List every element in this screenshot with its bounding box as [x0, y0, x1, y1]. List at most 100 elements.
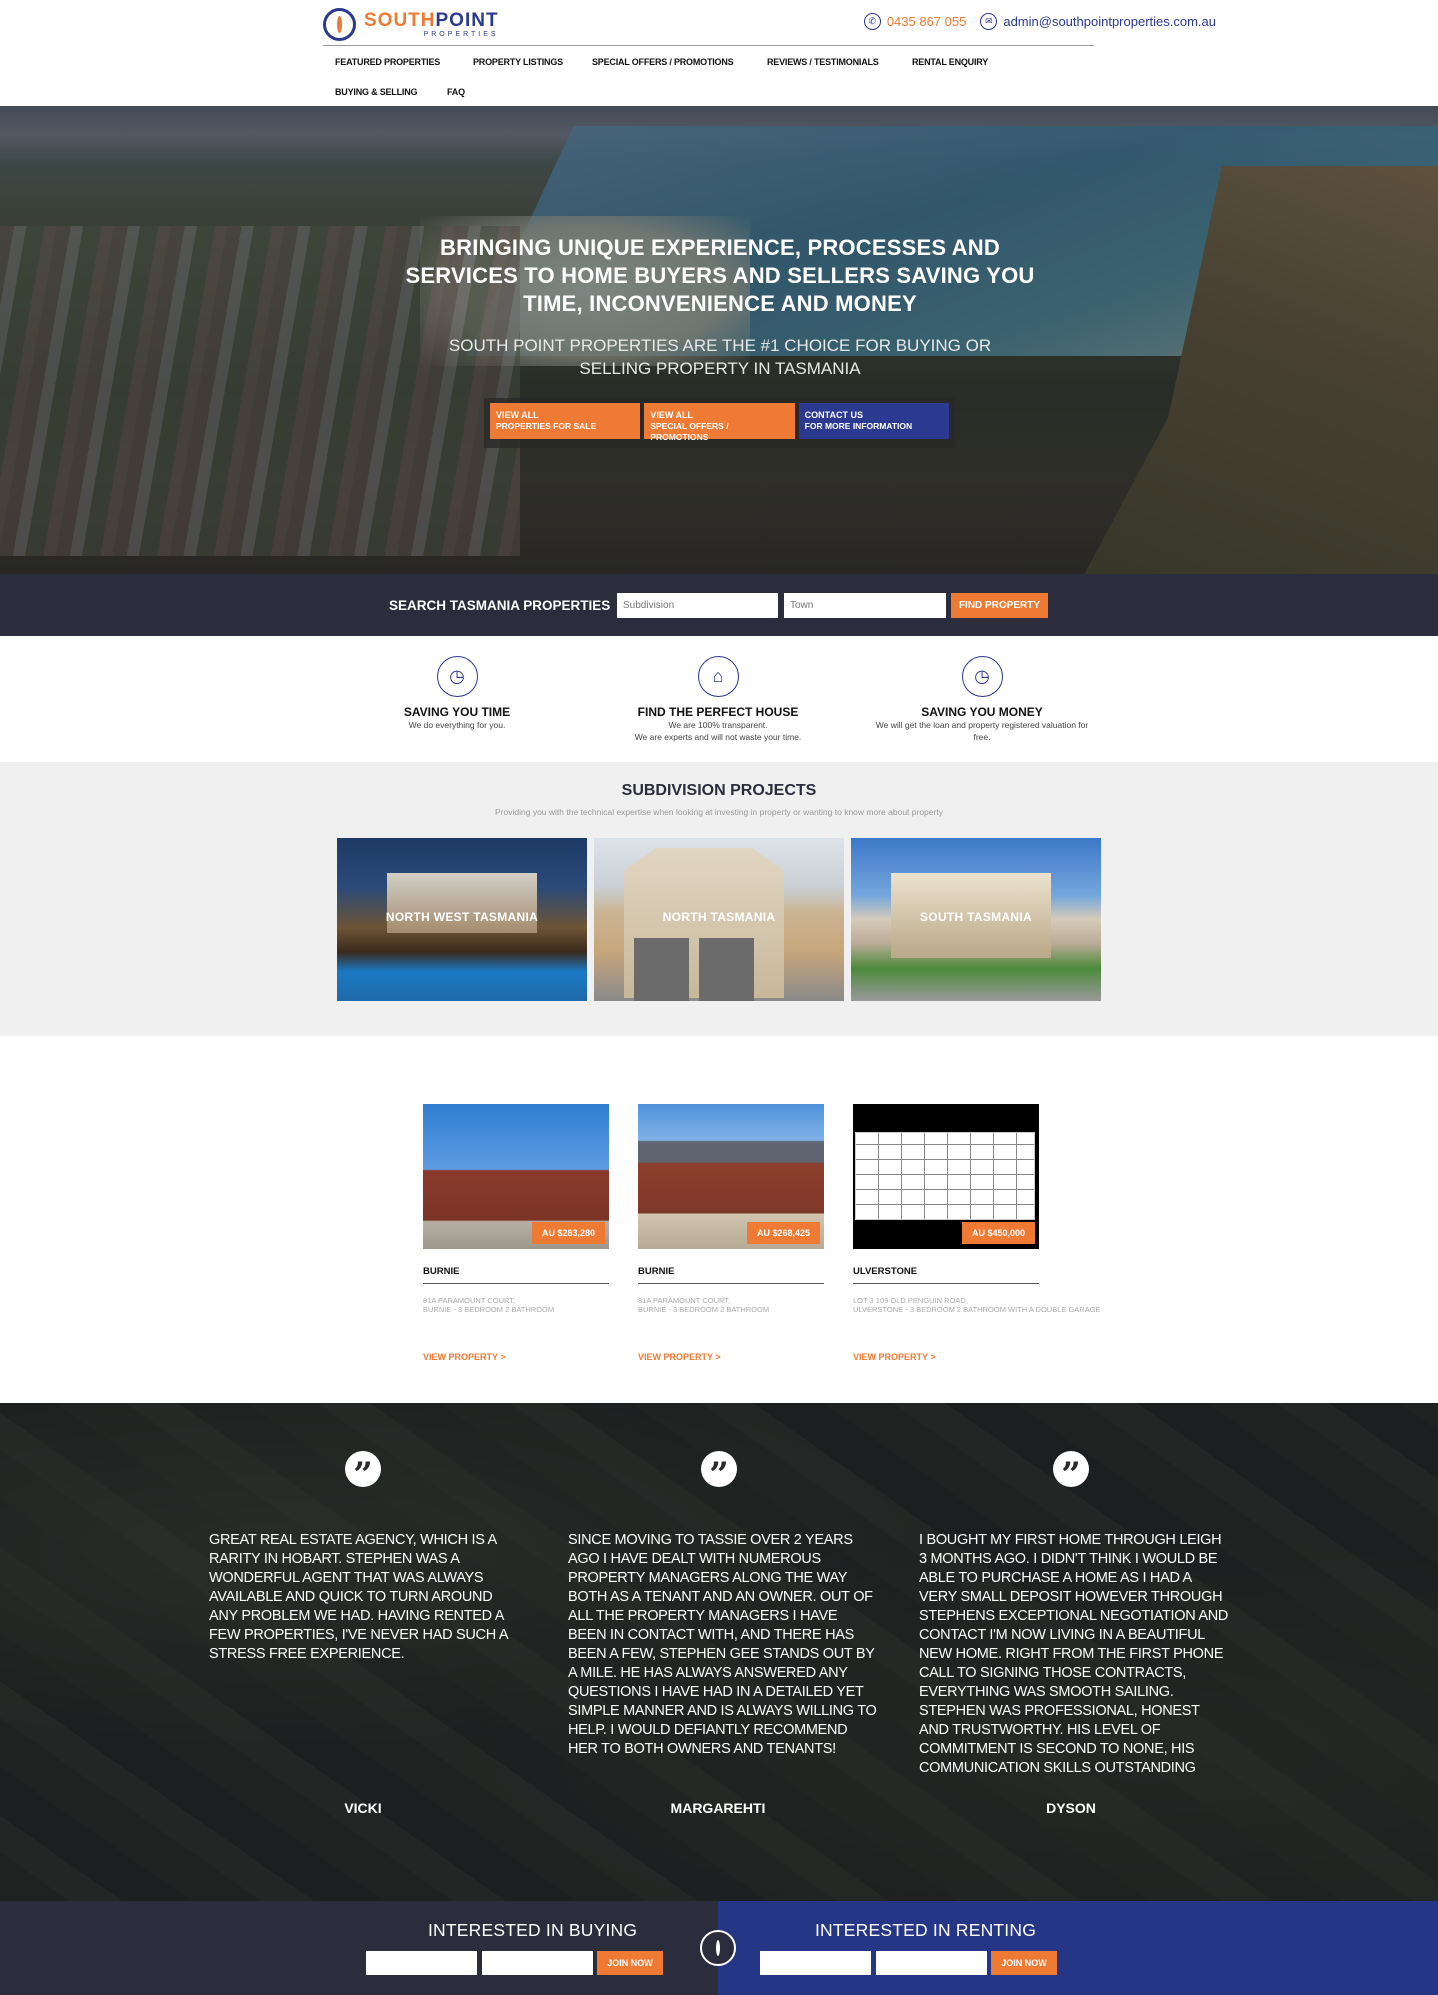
- renting-name-input[interactable]: [760, 1951, 871, 1975]
- renting-email-input[interactable]: [876, 1951, 987, 1975]
- testimonial-author: VICKI: [344, 1800, 382, 1816]
- feature-title: SAVING YOU MONEY: [921, 705, 1043, 719]
- house-chart-icon: ⌂: [697, 656, 739, 697]
- email-link[interactable]: admin@southpointproperties.com.au: [1003, 14, 1216, 29]
- feature-text: free.: [973, 732, 991, 742]
- view-property-link[interactable]: VIEW PROPERTY >: [853, 1352, 1039, 1362]
- listing-image[interactable]: AU $268,425: [638, 1104, 824, 1249]
- listing-details: BURNIE - 3 BEDROOM 2 BATHROOM: [638, 1305, 770, 1314]
- project-label: NORTH WEST TASMANIA: [385, 910, 539, 924]
- view-property-link[interactable]: VIEW PROPERTY >: [638, 1352, 824, 1362]
- listing-address: 81A PARAMOUNT COURT,: [423, 1296, 516, 1305]
- logo-text: SOUTHPOINT PROPERTIES: [364, 11, 499, 39]
- feature-text: We are 100% transparent.: [668, 720, 768, 730]
- testimonial-author: MARGAREHTI: [670, 1800, 766, 1816]
- renting-panel: INTERESTED IN RENTING JOIN NOW: [718, 1901, 1438, 1995]
- buying-email-input[interactable]: [482, 1951, 593, 1975]
- listing-address: LOT 3 109 OLD PENGUIN ROAD,: [853, 1296, 968, 1305]
- floor-plan-image: [855, 1132, 1035, 1220]
- quote-icon: ”: [345, 1451, 381, 1495]
- listing-image[interactable]: AU $450,000: [853, 1104, 1039, 1249]
- listing-town: BURNIE: [423, 1266, 609, 1284]
- logo-sub: PROPERTIES: [423, 30, 499, 38]
- listing-details: ULVERSTONE - 3 BEDROOM 2 BATHROOM WITH A…: [853, 1305, 1101, 1314]
- logo-point: POINT: [435, 9, 499, 31]
- feature-text: We do everything for you.: [408, 720, 506, 730]
- header-divider: [323, 45, 1094, 46]
- view-property-link[interactable]: VIEW PROPERTY >: [423, 1352, 609, 1362]
- listing-price: AU $268,425: [746, 1222, 820, 1244]
- subdivision-description: Providing you with the technical experti…: [495, 807, 943, 817]
- quote-icon: ”: [1053, 1451, 1089, 1495]
- testimonials-section: ” ” ” GREAT REAL ESTATE AGENCY, WHICH IS…: [0, 1403, 1438, 1901]
- buying-name-input[interactable]: [366, 1951, 477, 1975]
- logo-south: SOUTH: [364, 9, 436, 31]
- view-properties-button[interactable]: VIEW ALL PROPERTIES FOR SALE: [490, 403, 641, 439]
- email-icon: ✉: [980, 13, 998, 30]
- feature-text: We are experts and will not waste your t…: [634, 732, 802, 742]
- hero-banner: BRINGING UNIQUE EXPERIENCE, PROCESSES AN…: [0, 106, 1438, 574]
- buying-join-button[interactable]: JOIN NOW: [597, 1951, 663, 1975]
- project-north-west-tasmania[interactable]: NORTH WEST TASMANIA: [337, 838, 587, 1001]
- nav-property-listings[interactable]: PROPERTY LISTINGS: [473, 57, 563, 67]
- header-contact: ✆ 0435 867 055 ✉ admin@southpointpropert…: [863, 13, 1216, 30]
- phone-link[interactable]: 0435 867 055: [887, 14, 967, 29]
- clock-icon: ◷: [436, 656, 478, 697]
- clock-icon: ◷: [961, 656, 1003, 697]
- logo[interactable]: SOUTHPOINT PROPERTIES: [323, 8, 499, 41]
- buying-panel: INTERESTED IN BUYING JOIN NOW: [0, 1901, 718, 1995]
- subdivision-section: SUBDIVISION PROJECTS Providing you with …: [0, 762, 1438, 1036]
- search-label: SEARCH TASMANIA PROPERTIES: [389, 598, 611, 613]
- feature-saving-money: ◷ SAVING YOU MONEY We will get the loan …: [852, 656, 1112, 743]
- hero-subtitle: SOUTH POINT PROPERTIES ARE THE #1 CHOICE…: [448, 336, 992, 378]
- feature-title: FIND THE PERFECT HOUSE: [637, 705, 799, 719]
- renting-join-button[interactable]: JOIN NOW: [991, 1951, 1057, 1975]
- phone-icon: ✆: [863, 13, 881, 30]
- listing-card: AU $268,425 BURNIE 81A PARAMOUNT COURT, …: [638, 1104, 824, 1362]
- feature-perfect-house: ⌂ FIND THE PERFECT HOUSE We are 100% tra…: [588, 656, 848, 743]
- hero-title: BRINGING UNIQUE EXPERIENCE, PROCESSES AN…: [405, 235, 1035, 316]
- listing-address: 81A PARAMOUNT COURT,: [638, 1296, 731, 1305]
- nav-special-offers[interactable]: SPECIAL OFFERS / PROMOTIONS: [592, 57, 734, 67]
- project-north-tasmania[interactable]: NORTH TASMANIA: [594, 838, 844, 1001]
- listing-details: BURNIE - 3 BEDROOM 2 BATHROOM: [423, 1305, 555, 1314]
- hero-button-group: VIEW ALL PROPERTIES FOR SALE VIEW ALL SP…: [484, 398, 955, 448]
- logo-mark-icon: [323, 8, 356, 41]
- search-bar: SEARCH TASMANIA PROPERTIES FIND PROPERTY: [0, 574, 1438, 636]
- listing-card: AU $450,000 ULVERSTONE LOT 3 109 OLD PEN…: [853, 1104, 1101, 1362]
- nav-rental-enquiry[interactable]: RENTAL ENQUIRY: [912, 57, 988, 67]
- feature-saving-time: ◷ SAVING YOU TIME We do everything for y…: [327, 656, 587, 731]
- testimonial-text: GREAT REAL ESTATE AGENCY, WHICH IS A RAR…: [209, 1532, 508, 1662]
- testimonial-text: I BOUGHT MY FIRST HOME THROUGH LEIGH 3 M…: [919, 1532, 1229, 1776]
- testimonial-author: DYSON: [1046, 1800, 1096, 1816]
- footer-signup: INTERESTED IN BUYING JOIN NOW INTERESTED…: [0, 1901, 1438, 1995]
- project-label: SOUTH TASMANIA: [920, 910, 1032, 924]
- subdivision-input[interactable]: [617, 593, 778, 618]
- listing-price: AU $283,280: [531, 1222, 605, 1244]
- quote-icon: ”: [701, 1451, 737, 1495]
- listing-card: AU $283,280 BURNIE 81A PARAMOUNT COURT, …: [423, 1104, 609, 1362]
- nav-faq[interactable]: FAQ: [447, 87, 465, 97]
- feature-text: We will get the loan and property regist…: [875, 720, 1089, 730]
- nav-buying-selling[interactable]: BUYING & SELLING: [335, 87, 418, 97]
- project-label: NORTH TASMANIA: [662, 910, 776, 924]
- town-input[interactable]: [784, 593, 946, 618]
- logo-mark-icon: [700, 1930, 736, 1966]
- site-header: SOUTHPOINT PROPERTIES ✆ 0435 867 055 ✉ a…: [0, 0, 1438, 106]
- listing-town: BURNIE: [638, 1266, 824, 1284]
- feature-title: SAVING YOU TIME: [403, 705, 511, 719]
- listing-image[interactable]: AU $283,280: [423, 1104, 609, 1249]
- buying-title: INTERESTED IN BUYING: [428, 1920, 638, 1940]
- contact-us-button[interactable]: CONTACT US FOR MORE INFORMATION: [798, 403, 949, 439]
- view-offers-button[interactable]: VIEW ALL SPECIAL OFFERS / PROMOTIONS: [644, 403, 795, 442]
- page: SOUTHPOINT PROPERTIES ✆ 0435 867 055 ✉ a…: [0, 0, 1438, 1995]
- project-south-tasmania[interactable]: SOUTH TASMANIA: [851, 838, 1101, 1001]
- find-property-button[interactable]: FIND PROPERTY: [951, 593, 1048, 618]
- nav-reviews[interactable]: REVIEWS / TESTIMONIALS: [767, 57, 879, 67]
- nav-featured-properties[interactable]: FEATURED PROPERTIES: [335, 57, 440, 67]
- features-section: ◷ SAVING YOU TIME We do everything for y…: [0, 636, 1438, 762]
- listing-price: AU $450,000: [961, 1222, 1035, 1244]
- subdivision-title: SUBDIVISION PROJECTS: [621, 782, 817, 799]
- renting-title: INTERESTED IN RENTING: [815, 1920, 1037, 1940]
- testimonial-text: SINCE MOVING TO TASSIE OVER 2 YEARS AGO …: [568, 1532, 877, 1757]
